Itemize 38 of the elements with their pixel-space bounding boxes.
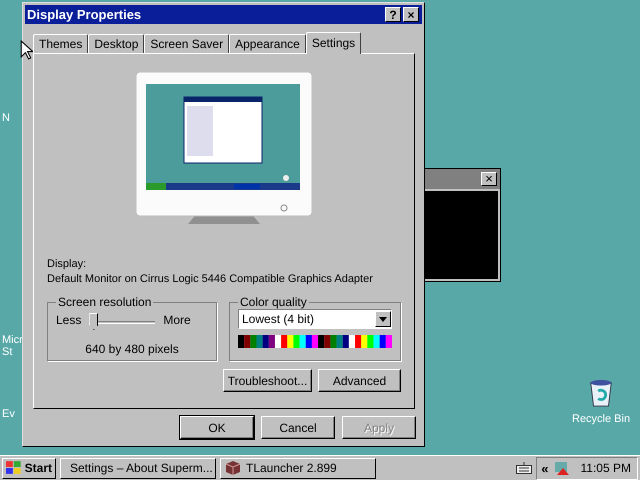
tab[interactable]: Appearance <box>229 34 306 53</box>
windows-logo-icon <box>6 461 22 475</box>
resolution-reading: 640 by 480 pixels <box>85 342 179 356</box>
color-quality-dropdown[interactable]: Lowest (4 bit) <box>238 309 392 329</box>
display-label: Display: <box>47 258 88 270</box>
mouse-pointer-icon <box>20 40 33 60</box>
desktop-icon-label: N <box>2 112 10 124</box>
taskbar-button[interactable]: TLauncher 2.899 <box>220 458 376 478</box>
dialog-button[interactable]: OK <box>180 416 254 439</box>
less-label: Less <box>56 313 82 327</box>
tab[interactable]: Settings <box>306 32 362 54</box>
taskbar-button[interactable]: Settings – About Superm... <box>60 458 216 478</box>
desktop-icon-label: Micr <box>2 334 23 346</box>
network-warning-icon[interactable] <box>552 460 571 476</box>
desktop-icon-label: St <box>2 346 12 358</box>
tab[interactable]: Screen Saver <box>144 34 230 53</box>
resolution-slider[interactable] <box>89 313 156 331</box>
group-title: Color quality <box>239 295 308 309</box>
cube-icon <box>225 460 241 476</box>
tab[interactable]: Desktop <box>88 34 144 53</box>
help-button[interactable]: ? <box>385 7 401 22</box>
tray-expand-button[interactable]: « <box>541 460 549 476</box>
dropdown-arrow-icon <box>379 316 387 322</box>
close-button[interactable]: × <box>481 172 497 186</box>
dialog-button[interactable]: Cancel <box>261 416 335 439</box>
close-button[interactable]: × <box>403 7 419 22</box>
display-adapter-text: Default Monitor on Cirrus Logic 5446 Compatible Graphics Adapter <box>47 273 374 285</box>
tab[interactable]: Themes <box>33 34 88 53</box>
window-title: Display Properties <box>27 7 142 22</box>
start-button[interactable]: Start <box>2 458 56 478</box>
dialog-button[interactable]: Advanced <box>318 369 401 392</box>
group-title: Screen resolution <box>57 295 152 309</box>
keyboard-icon[interactable] <box>516 462 532 474</box>
dialog-button[interactable]: Troubleshoot... <box>223 369 312 392</box>
more-label: More <box>163 313 191 327</box>
clock[interactable]: 11:05 PM <box>580 461 631 475</box>
slider-thumb[interactable] <box>89 313 98 330</box>
desktop-icon-label: Ev <box>2 408 15 420</box>
